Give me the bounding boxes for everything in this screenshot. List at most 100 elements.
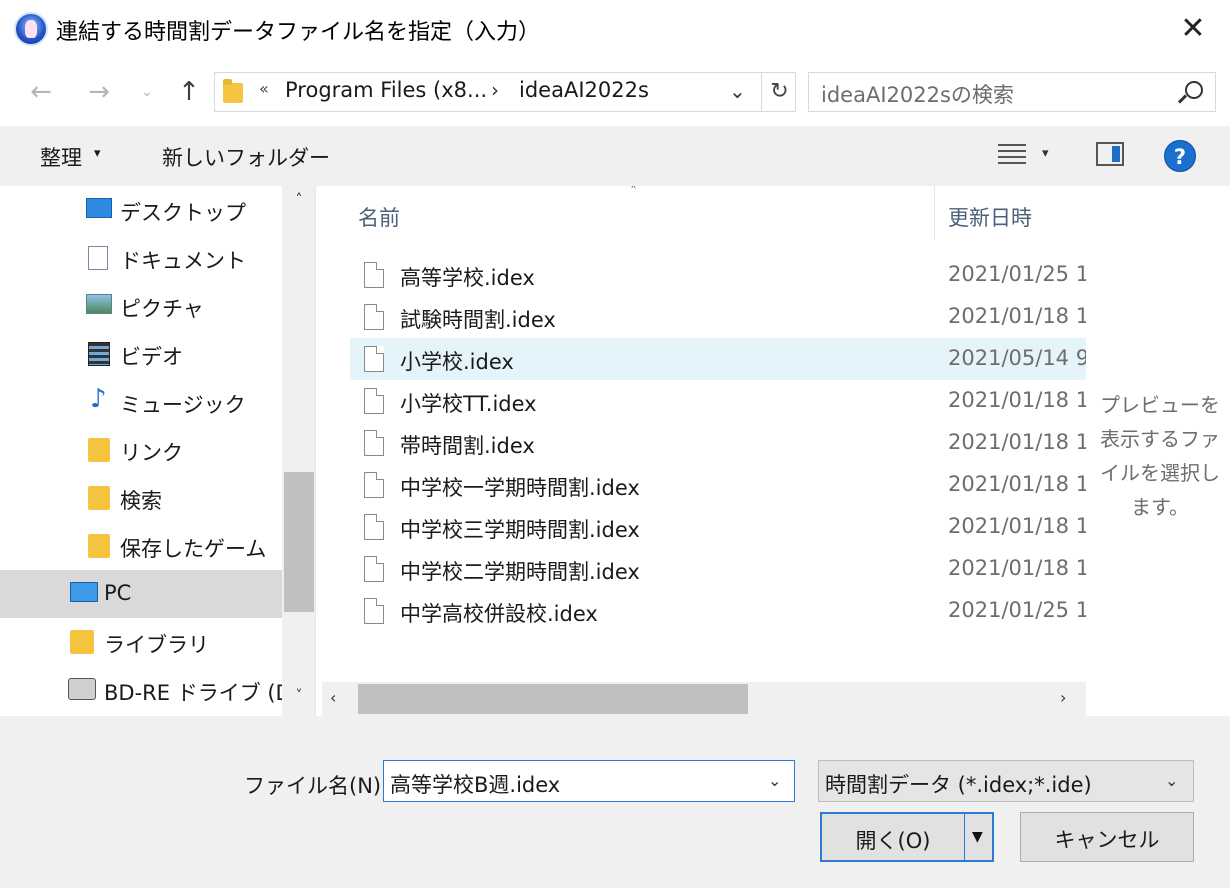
chevron-down-icon[interactable]: ▾ (1042, 146, 1049, 161)
file-name: 高等学校.idex (400, 266, 535, 290)
sidebar-item-label: 保存したゲーム (120, 537, 267, 561)
file-row[interactable]: 小学校TT.idex 2021/01/18 1 (350, 380, 1086, 422)
file-name: 中学校二学期時間割.idex (400, 560, 640, 584)
open-button-label[interactable]: 開く(O) (822, 825, 964, 855)
file-name: 帯時間割.idex (400, 434, 535, 458)
file-row[interactable]: 中学校二学期時間割.idex 2021/01/18 1 (350, 548, 1086, 590)
desktop-icon (86, 198, 112, 218)
close-button[interactable]: ✕ (1164, 6, 1222, 54)
sidebar-scrollbar[interactable]: ˄ ˅ (282, 186, 315, 716)
file-row[interactable]: 帯時間割.idex 2021/01/18 1 (350, 422, 1086, 464)
file-row[interactable]: 試験時間割.idex 2021/01/18 1 (350, 296, 1086, 338)
file-icon (364, 556, 384, 582)
sort-ascending-icon: ˄ (630, 186, 637, 200)
sidebar-item-pc[interactable]: PC (0, 570, 282, 618)
back-button[interactable]: ← (22, 72, 60, 112)
command-bar: 整理 ▾ 新しいフォルダー ▾ (0, 126, 1230, 186)
address-bar[interactable]: « Program Files (x8... › ideaAI2022s ⌄ ↻ (214, 72, 796, 112)
column-divider[interactable] (934, 186, 935, 240)
sidebar-item-music[interactable]: ♪ ミュージック (0, 378, 282, 426)
music-icon: ♪ (90, 384, 107, 414)
search-icon[interactable] (1177, 79, 1203, 105)
scroll-right-icon[interactable]: › (1060, 688, 1066, 707)
breadcrumb-item[interactable]: Program Files (x8... (285, 78, 487, 102)
open-options-arrow-icon[interactable]: ▼ (972, 829, 983, 845)
cancel-button-label[interactable]: キャンセル (1021, 824, 1193, 854)
chevron-down-icon[interactable]: ⌄ (768, 771, 781, 790)
up-button[interactable]: ↑ (170, 72, 208, 112)
sidebar-item-desktop[interactable]: デスクトップ (0, 186, 282, 234)
filetype-value: 時間割データ (*.idex;*.ide) (825, 773, 1092, 797)
sidebar-item-label: 検索 (120, 489, 162, 513)
video-icon (88, 342, 110, 366)
file-name: 試験時間割.idex (400, 308, 556, 332)
sidebar-item-searches[interactable]: 検索 (0, 474, 282, 522)
breadcrumb-item[interactable]: ideaAI2022s (519, 78, 649, 102)
sidebar-item-libraries[interactable]: ライブラリ (0, 618, 282, 666)
chevron-down-icon[interactable]: ⌄ (1165, 771, 1178, 790)
chevron-down-icon[interactable]: ▾ (94, 146, 101, 161)
sidebar-item-links[interactable]: リンク (0, 426, 282, 474)
file-name: 小学校TT.idex (400, 392, 537, 416)
file-date: 2021/01/18 1 (948, 304, 1086, 328)
file-date: 2021/01/18 1 (948, 514, 1086, 538)
new-folder-button[interactable]: 新しいフォルダー (162, 142, 330, 172)
chevron-down-icon[interactable]: ⌄ (729, 79, 746, 103)
file-row[interactable]: 小学校.idex 2021/05/14 9 (350, 338, 1086, 380)
organize-button[interactable]: 整理 (40, 142, 82, 172)
filename-field[interactable]: 高等学校B週.idex ⌄ (383, 760, 795, 802)
scroll-up-icon[interactable]: ˄ (282, 192, 315, 208)
recent-locations-button[interactable]: ⌄ (132, 72, 162, 112)
column-header-name[interactable]: 名前 (358, 202, 400, 232)
saved-games-icon (88, 534, 110, 558)
open-button[interactable]: 開く(O) ▼ (820, 812, 994, 862)
refresh-button[interactable]: ↻ (761, 73, 797, 111)
file-row[interactable]: 中学校一学期時間割.idex 2021/01/18 1 (350, 464, 1086, 506)
sidebar-item-label: ピクチャ (120, 297, 204, 321)
sidebar-item-videos[interactable]: ビデオ (0, 330, 282, 378)
filename-input[interactable]: 高等学校B週.idex (390, 769, 560, 799)
file-date: 2021/01/18 1 (948, 430, 1086, 454)
sidebar-item-pictures[interactable]: ピクチャ (0, 282, 282, 330)
file-row[interactable]: 中学高校併設校.idex 2021/01/25 1 (350, 590, 1086, 632)
file-icon (364, 304, 384, 330)
sidebar-item-bd-drive[interactable]: BD-RE ドライブ (D: (0, 666, 299, 714)
sidebar-item-documents[interactable]: ドキュメント (0, 234, 282, 282)
sidebar-item-saved-games[interactable]: 保存したゲーム (0, 522, 282, 570)
app-icon (14, 12, 48, 46)
search-input[interactable]: ideaAI2022sの検索 (821, 79, 1014, 109)
library-icon (70, 630, 94, 654)
split-divider (964, 814, 965, 860)
filename-label: ファイル名(N): (244, 774, 389, 798)
scroll-left-icon[interactable]: ‹ (330, 688, 336, 707)
dialog-footer: ファイル名(N): 高等学校B週.idex ⌄ 時間割データ (*.idex;*… (0, 716, 1230, 888)
cancel-button[interactable]: キャンセル (1020, 812, 1194, 862)
file-icon (364, 598, 384, 624)
horizontal-scrollbar[interactable]: ‹ › (322, 682, 1086, 716)
file-date: 2021/01/25 1 (948, 598, 1086, 622)
column-header-date[interactable]: 更新日時 (948, 202, 1032, 232)
view-details-icon[interactable] (998, 142, 1028, 168)
links-icon (88, 438, 110, 462)
preview-pane-toggle[interactable] (1096, 142, 1124, 166)
search-box[interactable]: ideaAI2022sの検索 (808, 72, 1216, 112)
scrollbar-thumb[interactable] (284, 472, 314, 612)
forward-button[interactable]: → (80, 72, 118, 112)
file-date: 2021/01/18 1 (948, 472, 1086, 496)
preview-message: プレビューを表示するファイルを選択します。 (1100, 393, 1220, 519)
navigation-pane: デスクトップ ドキュメント ピクチャ ビデオ ♪ ミュージック リンク 検索 保… (0, 186, 316, 716)
sidebar-item-label: PC (104, 581, 132, 605)
scrollbar-thumb[interactable] (358, 684, 748, 714)
file-row[interactable]: 中学校三学期時間割.idex 2021/01/18 1 (350, 506, 1086, 548)
help-button[interactable]: ? (1164, 140, 1196, 172)
chevron-right-icon[interactable]: › (491, 78, 499, 102)
window-title: 連結する時間割データファイル名を指定（入力） (56, 20, 541, 45)
filetype-select[interactable]: 時間割データ (*.idex;*.ide) ⌄ (818, 760, 1194, 802)
file-icon (364, 262, 384, 288)
file-row[interactable]: 高等学校.idex 2021/01/25 1 (350, 254, 1086, 296)
sidebar-item-label: ライブラリ (104, 633, 209, 657)
search-folder-icon (88, 486, 110, 510)
sidebar-item-label: ミュージック (120, 393, 246, 417)
breadcrumb-overflow[interactable]: « (259, 79, 269, 98)
scroll-down-icon[interactable]: ˅ (282, 688, 315, 704)
